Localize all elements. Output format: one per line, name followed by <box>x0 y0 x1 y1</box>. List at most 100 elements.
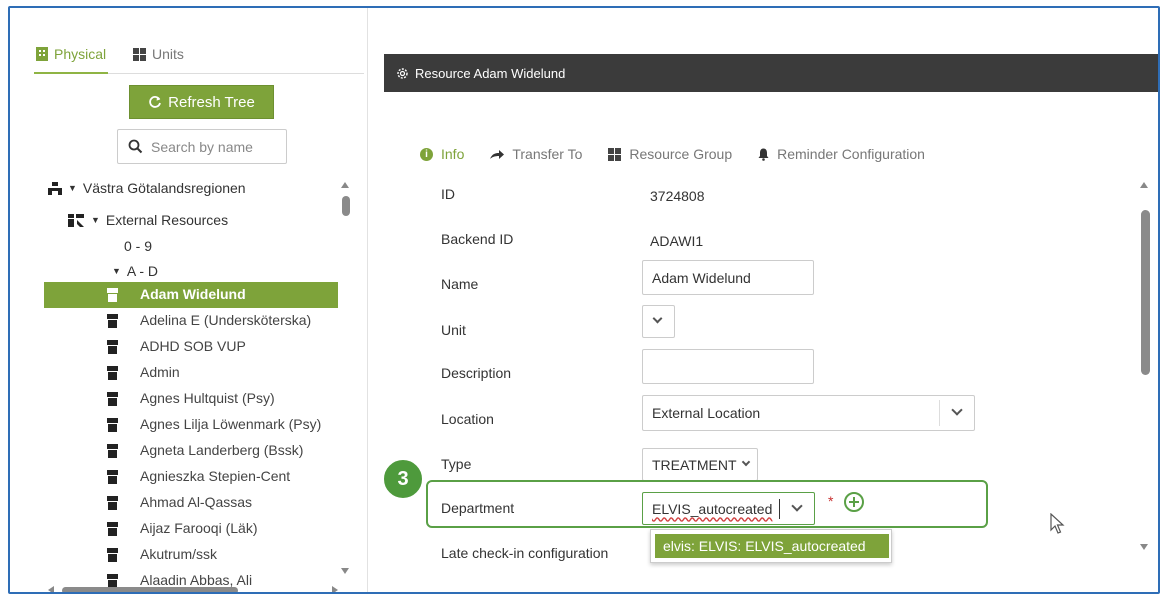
list-item-label: ADHD SOB VUP <box>140 338 246 354</box>
tree-node-label: 0 - 9 <box>124 238 153 254</box>
list-item-label: Agnes Hultquist (Psy) <box>140 390 275 406</box>
resource-person-icon <box>106 548 119 562</box>
tab-label: Info <box>441 146 465 162</box>
step-badge: 3 <box>382 458 424 500</box>
list-item[interactable]: ADHD SOB VUP <box>44 334 338 360</box>
organization-icon <box>48 181 62 195</box>
list-item-selected[interactable]: Adam Widelund <box>44 282 338 308</box>
unit-select[interactable] <box>642 305 675 338</box>
name-field[interactable]: Adam Widelund <box>642 260 814 295</box>
tree-node-label: Västra Götalandsregionen <box>82 180 246 196</box>
dropdown-option[interactable]: elvis: ELVIS: ELVIS_autocreated <box>655 534 889 558</box>
list-item[interactable]: Agnieszka Stepien-Cent <box>44 464 338 490</box>
add-department-icon[interactable] <box>844 492 864 512</box>
location-select[interactable]: External Location <box>642 395 975 431</box>
tree-node-range-0-9[interactable]: 0 - 9 <box>124 234 152 258</box>
list-item-label: Akutrum/ssk <box>140 546 218 562</box>
scrollbar-thumb[interactable] <box>1141 210 1150 375</box>
grid-icon <box>608 147 622 161</box>
tree-node-range-a-d[interactable]: ▼ A - D <box>112 259 158 283</box>
tab-units-label: Units <box>152 46 184 62</box>
location-label: Location <box>441 411 494 427</box>
tree-node-external-resources[interactable]: ▼ External Resources <box>68 208 228 232</box>
form-vertical-scrollbar[interactable] <box>1138 180 1152 552</box>
external-resource-icon <box>68 213 84 227</box>
list-item[interactable]: Akutrum/ssk <box>44 542 338 568</box>
tab-label: Reminder Configuration <box>777 146 925 162</box>
scroll-up-arrow-icon[interactable] <box>341 182 349 188</box>
bell-icon <box>758 148 769 161</box>
resource-header: Resource Adam Widelund <box>384 54 1158 92</box>
chevron-down-icon <box>652 313 663 324</box>
backend-id-label: Backend ID <box>441 231 514 247</box>
backend-id-value: ADAWI1 <box>650 233 704 249</box>
list-item[interactable]: Agnes Hultquist (Psy) <box>44 386 338 412</box>
description-label: Description <box>441 365 512 381</box>
list-item[interactable]: Admin <box>44 360 338 386</box>
type-label: Type <box>441 456 472 472</box>
expand-caret-icon[interactable]: ▼ <box>112 266 121 276</box>
resource-person-icon <box>106 444 119 458</box>
department-dropdown: elvis: ELVIS: ELVIS_autocreated <box>650 529 892 563</box>
resource-list: Adam Widelund Adelina E (Undersköterska)… <box>44 282 344 588</box>
search-box <box>117 129 287 164</box>
list-item[interactable]: Agneta Landerberg (Bssk) <box>44 438 338 464</box>
resource-tree-panel: Physical Units Refresh Tree Search by na… <box>10 8 368 592</box>
tab-units[interactable]: Units <box>133 46 184 62</box>
resource-person-icon <box>106 288 119 302</box>
list-item-label: Adelina E (Undersköterska) <box>140 312 312 328</box>
chevron-down-icon <box>951 404 963 416</box>
location-select-value: External Location <box>652 405 761 421</box>
resource-person-icon <box>106 470 119 484</box>
type-select-value: TREATMENT <box>652 456 737 473</box>
info-icon: i <box>420 147 433 161</box>
expand-caret-icon[interactable]: ▼ <box>91 215 100 225</box>
name-field-value: Adam Widelund <box>652 269 751 286</box>
tree-vertical-scrollbar[interactable] <box>339 180 351 576</box>
tab-info[interactable]: i Info <box>420 139 464 169</box>
scroll-up-arrow-icon[interactable] <box>1140 182 1148 188</box>
tab-reminder-configuration[interactable]: Reminder Configuration <box>758 139 925 169</box>
refresh-tree-button[interactable]: Refresh Tree <box>129 85 274 119</box>
scroll-down-arrow-icon[interactable] <box>341 568 349 574</box>
scroll-right-arrow-icon[interactable] <box>332 586 338 592</box>
resource-person-icon <box>106 496 119 510</box>
description-field[interactable] <box>642 349 814 384</box>
tree-tabs: Physical Units <box>33 38 364 74</box>
tab-transfer-to[interactable]: Transfer To <box>490 139 582 169</box>
list-item[interactable]: Aijaz Farooqi (Läk) <box>44 516 338 542</box>
tab-resource-group[interactable]: Resource Group <box>608 139 732 169</box>
tree-node-label: External Resources <box>105 212 229 228</box>
scroll-left-arrow-icon[interactable] <box>48 586 54 592</box>
list-item[interactable]: Agnes Lilja Löwenmark (Psy) <box>44 412 338 438</box>
list-item[interactable]: Ahmad Al-Qassas <box>44 490 338 516</box>
tree-node-label: A - D <box>126 263 159 279</box>
scrollbar-thumb[interactable] <box>62 587 238 592</box>
tab-label: Transfer To <box>512 146 583 162</box>
search-icon <box>128 139 143 154</box>
expand-caret-icon[interactable]: ▼ <box>68 183 77 193</box>
app-window: Physical Units Refresh Tree Search by na… <box>8 6 1160 594</box>
scrollbar-thumb[interactable] <box>342 196 350 216</box>
department-highlight-box <box>426 480 988 528</box>
resource-person-icon <box>106 522 119 536</box>
id-value: 3724808 <box>650 188 705 204</box>
id-label: ID <box>441 186 455 202</box>
late-checkin-label: Late check-in configuration <box>441 545 609 561</box>
refresh-icon <box>149 96 162 108</box>
list-item[interactable]: Adelina E (Undersköterska) <box>44 308 338 334</box>
building-icon <box>36 47 48 61</box>
tab-physical[interactable]: Physical <box>33 46 109 74</box>
tab-label: Resource Group <box>629 146 733 162</box>
resource-person-icon <box>106 314 119 328</box>
search-input[interactable] <box>151 138 281 155</box>
scroll-down-arrow-icon[interactable] <box>1140 544 1148 550</box>
gear-icon <box>397 67 408 79</box>
page-title: Resource Adam Widelund <box>415 65 566 81</box>
grid-icon <box>133 47 146 61</box>
resource-person-icon <box>106 392 119 406</box>
type-select[interactable]: TREATMENT <box>642 448 758 481</box>
tree-horizontal-scrollbar[interactable] <box>48 584 338 592</box>
tree-node-region[interactable]: ▼ Västra Götalandsregionen <box>48 176 246 200</box>
resource-person-icon <box>106 340 119 354</box>
